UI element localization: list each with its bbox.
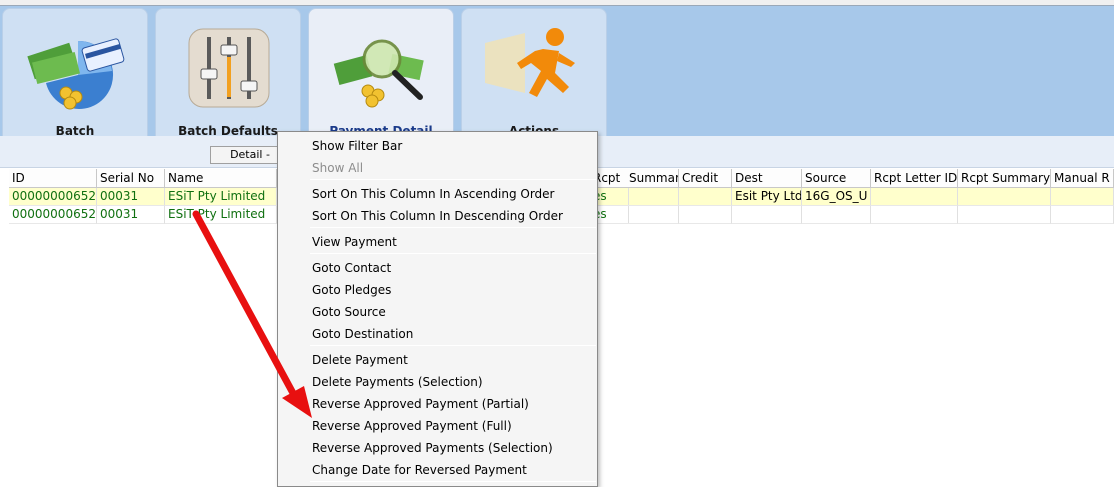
cell-summary bbox=[626, 188, 679, 206]
ribbon-tile-actions[interactable]: Actions bbox=[461, 8, 607, 144]
column-header-credit[interactable]: Credit bbox=[679, 169, 732, 188]
menu-item-sort-ascending[interactable]: Sort On This Column In Ascending Order bbox=[312, 187, 554, 201]
column-header-manual[interactable]: Manual R bbox=[1051, 169, 1114, 188]
sliders-icon bbox=[188, 28, 270, 108]
running-man-icon bbox=[485, 28, 575, 97]
context-menu: Show Filter Bar Show All Sort On This Co… bbox=[277, 131, 598, 487]
cell-id: 000000006528 bbox=[9, 188, 97, 206]
cell-summary bbox=[626, 206, 679, 224]
cell-serial: 00031 bbox=[97, 206, 165, 224]
column-header-rcpt-summary[interactable]: Rcpt Summary bbox=[958, 169, 1051, 188]
menu-item-change-date-reversed[interactable]: Change Date for Reversed Payment bbox=[312, 463, 527, 477]
menu-item-goto-contact[interactable]: Goto Contact bbox=[312, 261, 391, 275]
column-header-serial[interactable]: Serial No bbox=[97, 169, 165, 188]
ribbon-tile-batch-defaults[interactable]: Batch Defaults bbox=[155, 8, 301, 144]
menu-item-delete-payments-selection[interactable]: Delete Payments (Selection) bbox=[312, 375, 483, 389]
cell-manual bbox=[1051, 206, 1114, 224]
column-header-source[interactable]: Source bbox=[802, 169, 871, 188]
menu-item-sort-descending[interactable]: Sort On This Column In Descending Order bbox=[312, 209, 563, 223]
column-header-id[interactable]: ID bbox=[9, 169, 97, 188]
menu-item-view-payment[interactable]: View Payment bbox=[312, 235, 397, 249]
cell-name: ESiT Pty Limited bbox=[165, 206, 277, 224]
cell-rcpt-letter-id bbox=[871, 206, 958, 224]
cell-source: 16G_OS_U bbox=[802, 188, 871, 206]
menu-separator bbox=[310, 481, 596, 482]
menu-item-show-all: Show All bbox=[312, 161, 364, 175]
menu-separator bbox=[310, 179, 596, 180]
cell-credit bbox=[679, 188, 732, 206]
cell-dest bbox=[732, 206, 802, 224]
column-header-rcpt-letter-id[interactable]: Rcpt Letter ID bbox=[871, 169, 958, 188]
column-header-summary[interactable]: Summar bbox=[626, 169, 679, 188]
column-header-name[interactable]: Name bbox=[165, 169, 277, 188]
menu-item-goto-source[interactable]: Goto Source bbox=[312, 305, 386, 319]
cell-rcpt-letter-id bbox=[871, 188, 958, 206]
magnifier-coins-icon bbox=[333, 39, 424, 108]
menu-item-goto-destination[interactable]: Goto Destination bbox=[312, 327, 413, 341]
cell-serial: 00031 bbox=[97, 188, 165, 206]
menu-item-reverse-full[interactable]: Reverse Approved Payment (Full) bbox=[312, 419, 512, 433]
column-header-dest[interactable]: Dest bbox=[732, 169, 802, 188]
money-card-icon bbox=[27, 38, 125, 110]
cell-source bbox=[802, 206, 871, 224]
cell-manual bbox=[1051, 188, 1114, 206]
ribbon-tile-payment-detail[interactable]: Payment Detail bbox=[308, 8, 454, 144]
menu-item-reverse-partial[interactable]: Reverse Approved Payment (Partial) bbox=[312, 397, 529, 411]
menu-separator bbox=[310, 345, 596, 346]
cell-rcpt-summary bbox=[958, 206, 1051, 224]
menu-item-reverse-selection[interactable]: Reverse Approved Payments (Selection) bbox=[312, 441, 553, 455]
cell-dest: Esit Pty Ltd bbox=[732, 188, 802, 206]
cell-rcpt-summary bbox=[958, 188, 1051, 206]
cell-id: 000000006529 bbox=[9, 206, 97, 224]
menu-item-delete-payment[interactable]: Delete Payment bbox=[312, 353, 408, 367]
menu-separator bbox=[310, 227, 596, 228]
cell-name: ESiT Pty Limited bbox=[165, 188, 277, 206]
menu-separator bbox=[310, 253, 596, 254]
menu-item-goto-pledges[interactable]: Goto Pledges bbox=[312, 283, 391, 297]
cell-credit bbox=[679, 206, 732, 224]
ribbon-tile-batch[interactable]: Batch bbox=[2, 8, 148, 144]
menu-item-show-filter-bar[interactable]: Show Filter Bar bbox=[312, 139, 402, 153]
